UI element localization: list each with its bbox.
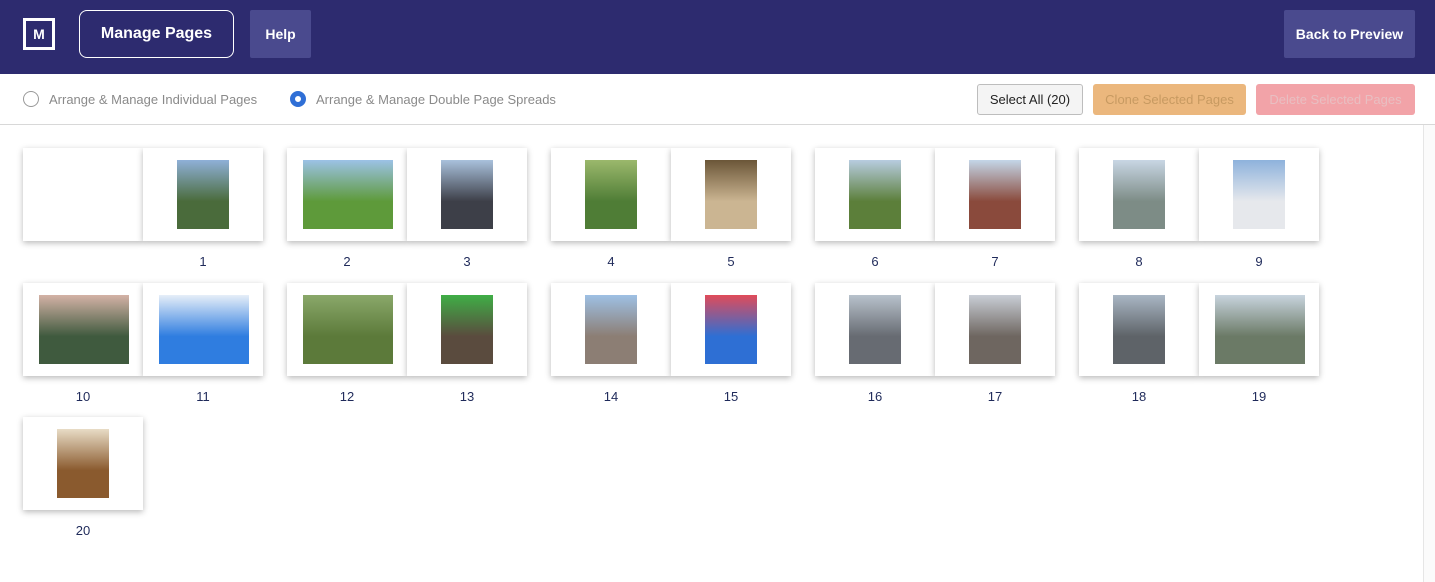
page-number: 10 — [75, 389, 91, 404]
photo-thumbnail — [849, 160, 901, 229]
page-number: 4 — [607, 254, 615, 269]
radio-checked-icon[interactable] — [290, 91, 306, 107]
page-card[interactable] — [815, 283, 935, 376]
page-card[interactable] — [935, 148, 1055, 241]
photo-thumbnail — [705, 295, 757, 364]
page-number: 6 — [871, 254, 879, 269]
photo-thumbnail — [1233, 160, 1285, 229]
page-number: 2 — [343, 254, 351, 269]
photo-thumbnail — [441, 295, 493, 364]
page-number: 18 — [1131, 389, 1147, 404]
page-card[interactable] — [935, 283, 1055, 376]
radio-double-page-spreads[interactable]: Arrange & Manage Double Page Spreads — [290, 91, 556, 107]
photo-thumbnail — [39, 295, 129, 364]
select-all-button[interactable]: Select All (20) — [977, 84, 1083, 115]
page-card[interactable] — [1079, 148, 1199, 241]
page-card[interactable] — [671, 283, 791, 376]
page-number: 8 — [1135, 254, 1143, 269]
page-card[interactable] — [23, 417, 143, 510]
page-number: 20 — [75, 523, 91, 538]
page-number: 1 — [199, 254, 207, 269]
page-number: 12 — [339, 389, 355, 404]
photo-thumbnail — [1113, 160, 1165, 229]
page-card[interactable] — [1199, 283, 1319, 376]
manage-pages-button[interactable]: Manage Pages — [79, 10, 234, 58]
photo-thumbnail — [585, 295, 637, 364]
page-number: 15 — [723, 389, 739, 404]
clone-selected-button[interactable]: Clone Selected Pages — [1093, 84, 1246, 115]
photo-thumbnail — [177, 160, 229, 229]
photo-thumbnail — [57, 429, 109, 498]
page-card[interactable] — [551, 148, 671, 241]
photo-thumbnail — [1113, 295, 1165, 364]
photo-thumbnail — [585, 160, 637, 229]
photo-thumbnail — [969, 295, 1021, 364]
page-card[interactable] — [671, 148, 791, 241]
page-number: 9 — [1255, 254, 1263, 269]
page-card[interactable] — [143, 283, 263, 376]
radio-individual-pages[interactable]: Arrange & Manage Individual Pages — [23, 91, 257, 107]
page-card[interactable] — [407, 148, 527, 241]
top-bar: M Manage Pages Help Back to Preview — [0, 0, 1435, 74]
page-card[interactable] — [23, 283, 143, 376]
page-card[interactable] — [287, 148, 407, 241]
page-card[interactable] — [1199, 148, 1319, 241]
photo-thumbnail — [705, 160, 757, 229]
scrollbar[interactable] — [1423, 125, 1435, 582]
photo-thumbnail — [969, 160, 1021, 229]
logo[interactable]: M — [23, 18, 55, 50]
page-number: 13 — [459, 389, 475, 404]
page-card[interactable] — [143, 148, 263, 241]
photo-thumbnail — [303, 160, 393, 229]
photo-thumbnail — [849, 295, 901, 364]
page-card[interactable] — [1079, 283, 1199, 376]
page-card[interactable] — [287, 283, 407, 376]
page-number: 7 — [991, 254, 999, 269]
page-number: 19 — [1251, 389, 1267, 404]
delete-selected-button[interactable]: Delete Selected Pages — [1256, 84, 1415, 115]
photo-thumbnail — [303, 295, 393, 364]
radio-individual-label: Arrange & Manage Individual Pages — [49, 91, 258, 107]
page-number: 3 — [463, 254, 471, 269]
photo-thumbnail — [441, 160, 493, 229]
radio-unchecked-icon[interactable] — [23, 91, 39, 107]
page-number: 16 — [867, 389, 883, 404]
page-number: 17 — [987, 389, 1003, 404]
page-number: 11 — [196, 389, 210, 404]
photo-thumbnail — [159, 295, 249, 364]
blank-page-card[interactable] — [23, 148, 143, 241]
back-to-preview-button[interactable]: Back to Preview — [1284, 10, 1415, 58]
page-card[interactable] — [815, 148, 935, 241]
toolbar: Arrange & Manage Individual Pages Arrang… — [0, 74, 1435, 125]
page-card[interactable] — [551, 283, 671, 376]
page-card[interactable] — [407, 283, 527, 376]
photo-thumbnail — [1215, 295, 1305, 364]
page-number: 14 — [603, 389, 619, 404]
help-button[interactable]: Help — [250, 10, 311, 58]
page-number: 5 — [727, 254, 735, 269]
radio-spreads-label: Arrange & Manage Double Page Spreads — [316, 91, 556, 107]
